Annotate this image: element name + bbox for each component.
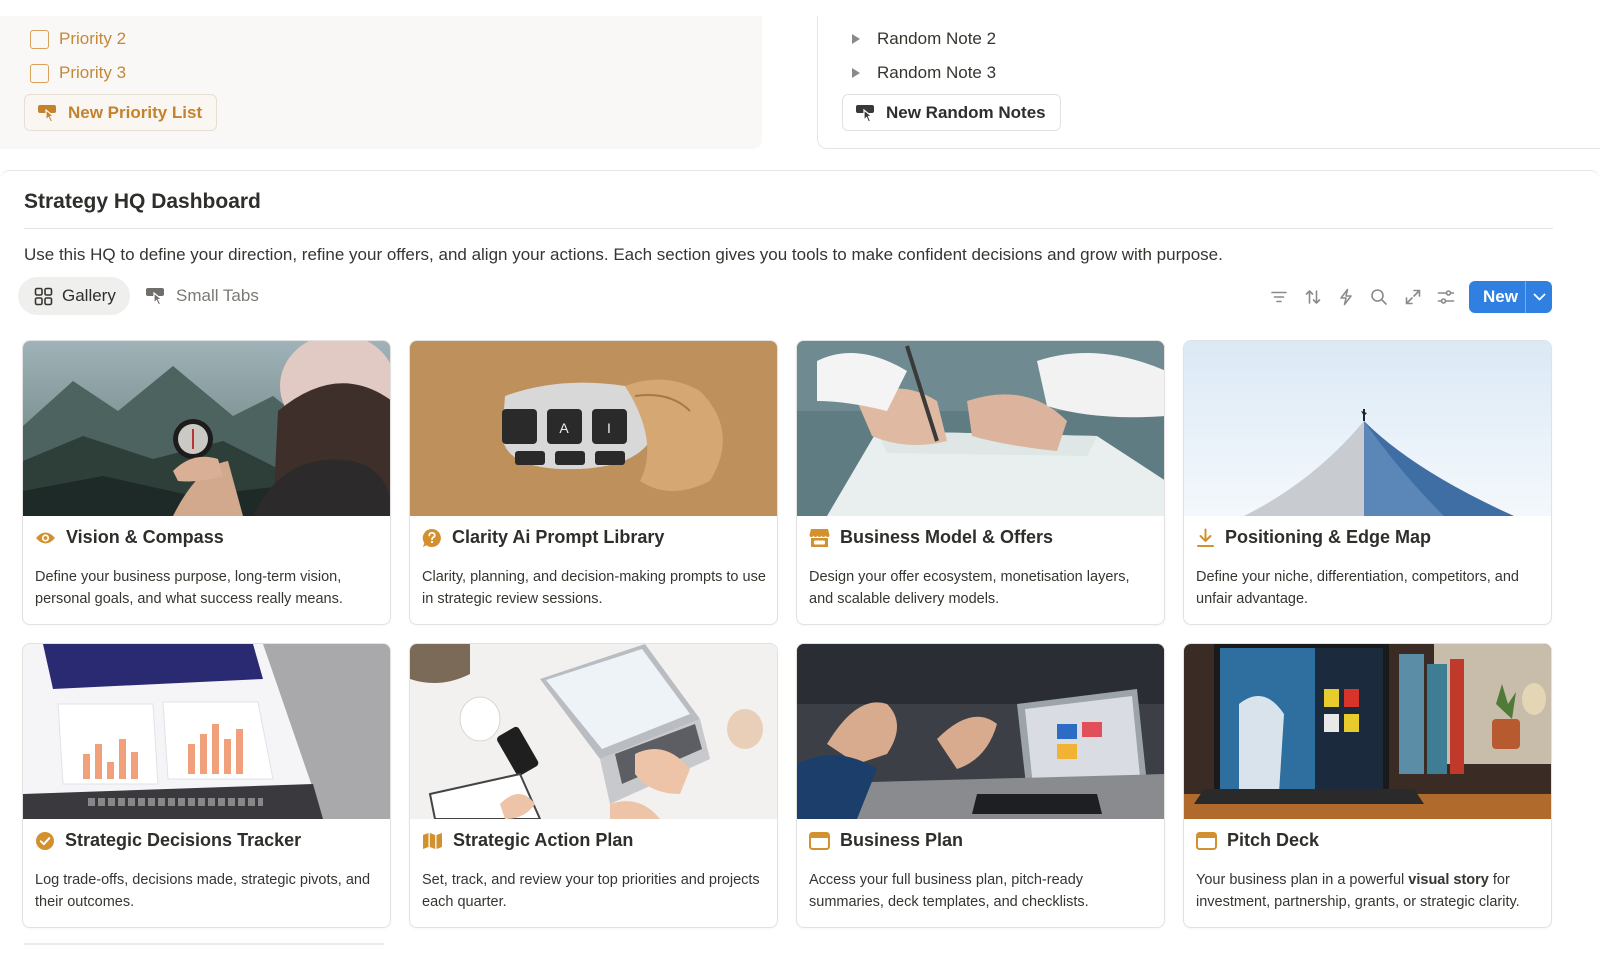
card-description: Define your business purpose, long-term … <box>35 569 343 607</box>
card-title: Business Model & Offers <box>809 527 1053 548</box>
card-title: Pitch Deck <box>1196 830 1319 851</box>
expand-icon[interactable] <box>1404 288 1422 306</box>
new-random-notes-button[interactable]: New Random Notes <box>842 94 1061 131</box>
card-title-text: Strategic Decisions Tracker <box>65 830 302 850</box>
checkbox[interactable] <box>30 29 49 49</box>
card-cover-image <box>1184 341 1551 516</box>
check-circle-icon <box>36 831 54 850</box>
card-description: Your business plan in a powerful visual … <box>1196 870 1544 913</box>
pointer-hand-icon <box>856 104 874 123</box>
new-dropdown-button[interactable] <box>1526 293 1552 302</box>
gallery-card[interactable]: Business Plan Access your full business … <box>796 643 1165 928</box>
divider <box>24 228 1553 229</box>
card-title-text: Pitch Deck <box>1227 830 1320 850</box>
page-title: Strategy HQ Dashboard <box>24 190 261 213</box>
gallery-card[interactable]: Business Model & Offers Design your offe… <box>796 340 1165 625</box>
card-description-emphasis: visual story <box>1408 872 1489 888</box>
cover-key-label: I <box>607 420 611 436</box>
priority-item-label: Priority 2 <box>59 29 127 48</box>
sort-icon[interactable] <box>1304 288 1322 306</box>
note-toggle-item[interactable]: Random Note 3 <box>852 61 996 85</box>
chevron-down-icon <box>1533 293 1545 300</box>
new-random-notes-label: New Random Notes <box>886 102 1046 122</box>
card-title: Business Plan <box>809 830 963 851</box>
card-cover-image <box>410 644 777 819</box>
toggle-triangle-icon[interactable] <box>852 68 860 78</box>
card-title-text: Strategic Action Plan <box>453 830 634 850</box>
card-title-text: Clarity Ai Prompt Library <box>452 527 665 547</box>
card-title: Strategic Decisions Tracker <box>35 830 301 851</box>
card-description: Define your niche, differentiation, comp… <box>1196 569 1519 607</box>
settings-icon[interactable] <box>1437 288 1455 306</box>
pointer-hand-icon <box>38 104 56 123</box>
priority-item[interactable]: Priority 2 <box>30 27 126 51</box>
browser-window-icon <box>809 831 830 850</box>
search-icon[interactable] <box>1370 288 1388 306</box>
new-priority-list-label: New Priority List <box>68 102 203 122</box>
card-description: Set, track, and review your top prioriti… <box>422 872 760 910</box>
card-title: Strategic Action Plan <box>422 830 633 851</box>
gallery-grid-icon <box>34 287 53 305</box>
gallery-card[interactable]: Strategic Action Plan Set, track, and re… <box>409 643 778 928</box>
eye-icon <box>36 532 55 543</box>
tab-gallery-label: Gallery <box>62 286 116 305</box>
checkbox[interactable] <box>30 63 49 83</box>
card-cover-image <box>797 644 1164 819</box>
tab-small-tabs-label: Small Tabs <box>176 286 259 305</box>
card-title: Clarity Ai Prompt Library <box>422 527 664 548</box>
card-title: Vision & Compass <box>35 527 224 548</box>
card-title: Positioning & Edge Map <box>1196 527 1431 548</box>
card-cover-image <box>1184 644 1551 819</box>
card-cover-image: A I <box>410 341 777 516</box>
new-priority-list-button[interactable]: New Priority List <box>24 94 218 131</box>
dashboard-description: Use this HQ to define your direction, re… <box>24 245 1223 264</box>
note-item-label: Random Note 2 <box>877 29 997 48</box>
note-item-label: Random Note 3 <box>877 63 997 82</box>
download-icon <box>1197 528 1214 547</box>
card-title-text: Business Plan <box>840 830 964 850</box>
card-description: Design your offer ecosystem, monetisatio… <box>809 569 1130 607</box>
card-description: Access your full business plan, pitch-re… <box>809 872 1089 910</box>
note-toggle-item[interactable]: Random Note 2 <box>852 27 996 51</box>
gallery-card[interactable]: A I Clarity Ai Prompt Library Clarity, p… <box>409 340 778 625</box>
filter-icon[interactable] <box>1270 288 1288 306</box>
card-cover-image <box>23 644 390 819</box>
chat-question-icon <box>422 528 441 547</box>
toggle-triangle-icon[interactable] <box>852 34 860 44</box>
divider <box>24 943 384 945</box>
storefront-icon <box>809 528 830 547</box>
gallery-card[interactable]: Vision & Compass Define your business pu… <box>22 340 391 625</box>
card-title-text: Vision & Compass <box>66 527 224 547</box>
gallery-card[interactable]: Pitch Deck Your business plan in a power… <box>1183 643 1552 928</box>
tab-gallery[interactable]: Gallery <box>18 277 130 315</box>
automation-icon[interactable] <box>1337 288 1355 306</box>
card-title-text: Business Model & Offers <box>840 527 1054 547</box>
cover-key-label: A <box>559 420 569 436</box>
card-cover-image <box>797 341 1164 516</box>
map-icon <box>423 832 442 849</box>
gallery-card[interactable]: Strategic Decisions Tracker Log trade-of… <box>22 643 391 928</box>
card-description: Log trade-offs, decisions made, strategi… <box>35 872 371 910</box>
card-description-text: Your business plan in a powerful <box>1196 872 1409 888</box>
card-title-text: Positioning & Edge Map <box>1225 527 1431 547</box>
tab-small-tabs[interactable]: Small Tabs <box>145 277 265 315</box>
card-cover-image <box>23 341 390 516</box>
new-button-label: New <box>1483 287 1518 306</box>
browser-window-icon <box>1196 831 1217 850</box>
new-button[interactable]: New <box>1469 281 1552 313</box>
gallery-card[interactable]: Positioning & Edge Map Define your niche… <box>1183 340 1552 625</box>
pointer-hand-icon <box>146 288 164 306</box>
priority-item[interactable]: Priority 3 <box>30 61 126 85</box>
card-description: Clarity, planning, and decision-making p… <box>422 569 766 607</box>
priority-item-label: Priority 3 <box>59 63 127 82</box>
